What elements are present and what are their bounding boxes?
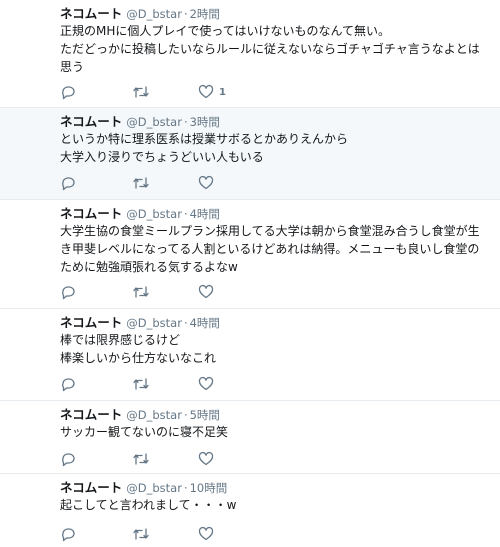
retweet-icon <box>133 86 149 98</box>
tweet-header: ネコムート @D_bstar · 4時間 <box>60 315 220 331</box>
reply-icon <box>62 453 75 467</box>
tweet-text-line: ただどっかに投稿したいならルールに従えないならゴチャゴチャ言うなよとは <box>60 42 480 56</box>
tweet-timestamp[interactable]: 4時間 <box>190 207 220 221</box>
tweet-text: 棒では限界感じるけど 棒楽しいから仕方ないなこれ <box>60 331 490 367</box>
retweet-button[interactable] <box>132 451 150 467</box>
reply-button[interactable] <box>60 451 76 467</box>
like-button[interactable] <box>198 526 214 542</box>
retweet-button[interactable] <box>132 84 150 100</box>
author-handle[interactable]: @D_bstar <box>126 115 182 129</box>
heart-icon <box>198 284 214 299</box>
tweet-item[interactable]: ネコムート @D_bstar · 10時間 起こしてと言われまして・・・w <box>0 474 500 547</box>
tweet-header: ネコムート @D_bstar · 3時間 <box>60 114 220 130</box>
tweet-text-line: き甲斐レベルになってる人割といるけどあれは納得。メニューも良いし食堂の <box>60 242 480 256</box>
separator-dot: · <box>183 207 188 221</box>
tweet-text: というか特に理系医系は授業サボるとかありえんから 大学入り浸りでちょうどいい人も… <box>60 130 490 166</box>
tweet-item[interactable]: ネコムート @D_bstar · 5時間 サッカー観てないのに寝不足笑 <box>0 401 500 474</box>
tweet-header: ネコムート @D_bstar · 10時間 <box>60 480 227 496</box>
like-button[interactable] <box>198 451 214 467</box>
tweet-text-line: 棒では限界感じるけど <box>60 333 181 347</box>
reply-button[interactable] <box>60 526 76 542</box>
like-count: 1 <box>219 86 226 98</box>
reply-button[interactable] <box>60 284 76 300</box>
reply-icon <box>62 177 75 191</box>
heart-icon <box>198 376 214 391</box>
heart-icon <box>198 451 214 466</box>
author-name[interactable]: ネコムート <box>60 407 122 422</box>
tweet-text-line: 棒楽しいから仕方ないなこれ <box>60 351 217 365</box>
tweet-text-line: というか特に理系医系は授業サボるとかありえんから <box>60 132 349 146</box>
heart-icon <box>198 175 214 190</box>
retweet-button[interactable] <box>132 376 150 392</box>
tweet-timestamp[interactable]: 10時間 <box>190 481 228 495</box>
reply-button[interactable] <box>60 175 76 191</box>
retweet-icon <box>133 528 149 540</box>
reply-icon <box>62 528 75 542</box>
heart-icon <box>198 526 214 541</box>
reply-icon <box>62 86 75 100</box>
retweet-button[interactable] <box>132 175 150 191</box>
retweet-button[interactable] <box>132 284 150 300</box>
reply-button[interactable] <box>60 84 76 100</box>
tweet-header: ネコムート @D_bstar · 2時間 <box>60 6 220 22</box>
tweet-header: ネコムート @D_bstar · 4時間 <box>60 206 220 222</box>
like-button[interactable] <box>198 284 214 300</box>
tweet-item[interactable]: ネコムート @D_bstar · 2時間 正規のMHに個人プレイで使ってはいけないもの… <box>0 0 500 108</box>
author-handle[interactable]: @D_bstar <box>126 316 182 330</box>
author-handle[interactable]: @D_bstar <box>126 207 182 221</box>
retweet-icon <box>133 378 149 390</box>
tweet-timestamp[interactable]: 2時間 <box>190 7 220 21</box>
tweet-timestamp[interactable]: 4時間 <box>190 316 220 330</box>
reply-icon <box>62 286 75 300</box>
separator-dot: · <box>183 115 188 129</box>
tweet-timestamp[interactable]: 3時間 <box>190 115 220 129</box>
like-button[interactable] <box>198 376 214 392</box>
tweet-text: 正規のMHに個人プレイで使ってはいけないものなんて無い。 ただどっかに投稿したい… <box>60 22 490 76</box>
tweet-text-line: 思う <box>60 60 85 74</box>
tweet-timeline: ネコムート @D_bstar · 2時間 正規のMHに個人プレイで使ってはいけないもの… <box>0 0 500 547</box>
tweet-timestamp[interactable]: 5時間 <box>190 408 220 422</box>
like-button[interactable] <box>198 175 214 191</box>
tweet-text-line: 起こしてと言われまして・・・w <box>60 498 237 512</box>
author-handle[interactable]: @D_bstar <box>126 408 182 422</box>
author-name[interactable]: ネコムート <box>60 480 122 495</box>
tweet-text: 大学生協の食堂ミールプラン採用してる大学は朝から食堂混み合うし食堂が生 き甲斐レ… <box>60 222 490 276</box>
tweet-item[interactable]: ネコムート @D_bstar · 4時間 大学生協の食堂ミールプラン採用してる大学は朝… <box>0 200 500 309</box>
retweet-button[interactable] <box>132 526 150 542</box>
retweet-icon <box>133 177 149 189</box>
reply-button[interactable] <box>60 376 76 392</box>
retweet-icon <box>133 286 149 298</box>
separator-dot: · <box>183 7 188 21</box>
author-handle[interactable]: @D_bstar <box>126 7 182 21</box>
tweet-item[interactable]: ネコムート @D_bstar · 3時間 というか特に理系医系は授業サボるとかありえん… <box>0 108 500 200</box>
author-name[interactable]: ネコムート <box>60 206 122 221</box>
retweet-icon <box>133 453 149 465</box>
author-name[interactable]: ネコムート <box>60 114 122 129</box>
tweet-header: ネコムート @D_bstar · 5時間 <box>60 407 220 423</box>
separator-dot: · <box>183 316 188 330</box>
tweet-text-line: 大学生協の食堂ミールプラン採用してる大学は朝から食堂混み合うし食堂が生 <box>60 224 480 238</box>
separator-dot: · <box>183 481 188 495</box>
heart-icon <box>198 84 214 99</box>
tweet-text: サッカー観てないのに寝不足笑 <box>60 423 490 441</box>
tweet-text-line: 正規のMHに個人プレイで使ってはいけないものなんて無い。 <box>60 24 390 38</box>
tweet-text: 起こしてと言われまして・・・w <box>60 496 490 514</box>
separator-dot: · <box>183 408 188 422</box>
reply-icon <box>62 378 75 392</box>
tweet-text-line: ために勉強頑張れる気するよなw <box>60 260 238 274</box>
author-handle[interactable]: @D_bstar <box>126 481 182 495</box>
author-name[interactable]: ネコムート <box>60 315 122 330</box>
like-button[interactable]: 1 <box>198 84 226 100</box>
tweet-item[interactable]: ネコムート @D_bstar · 4時間 棒では限界感じるけど 棒楽しいから仕方ないな… <box>0 309 500 401</box>
tweet-text-line: サッカー観てないのに寝不足笑 <box>60 425 229 439</box>
tweet-text-line: 大学入り浸りでちょうどいい人もいる <box>60 150 264 164</box>
author-name[interactable]: ネコムート <box>60 6 122 21</box>
